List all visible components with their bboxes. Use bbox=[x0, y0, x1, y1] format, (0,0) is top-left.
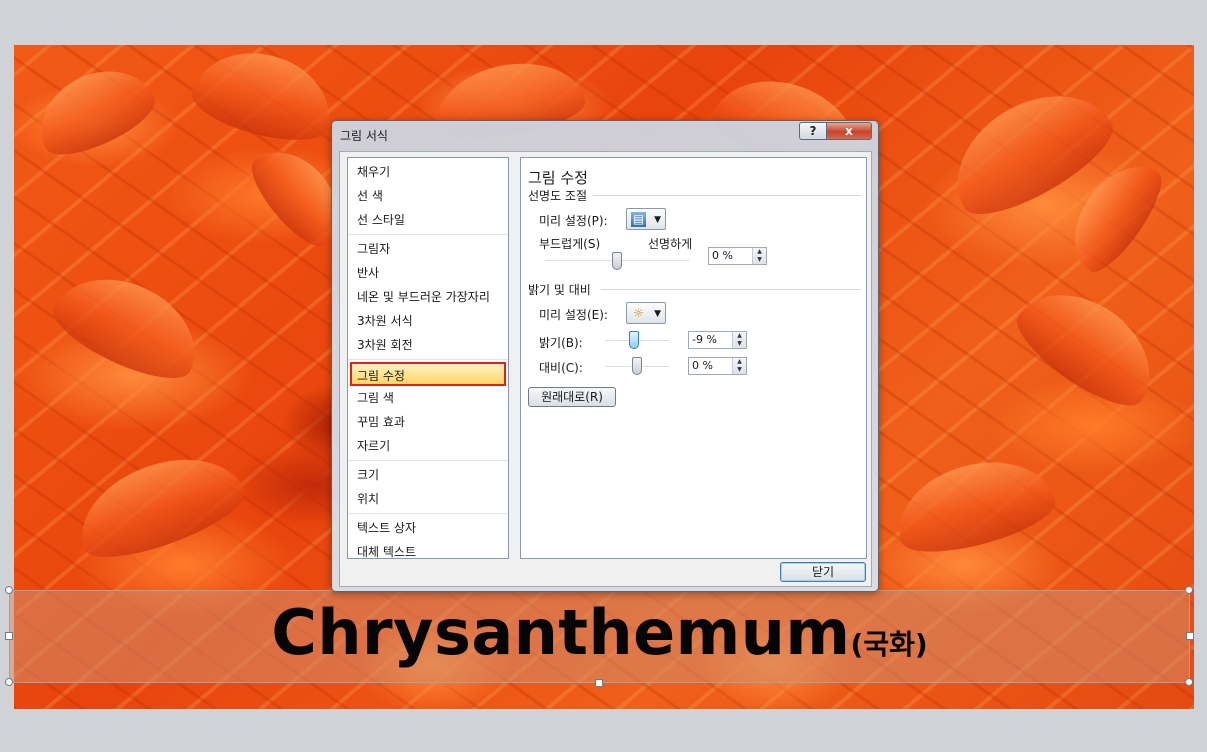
close-icon[interactable]: x bbox=[826, 122, 872, 140]
petal-shape bbox=[1004, 269, 1174, 421]
sharpness-preset-dropdown[interactable]: ▤ ▼ bbox=[626, 208, 666, 230]
dialog-body: 채우기 선 색선 스타일 그림자 반사 네온 및 부드러운 가장자리 3차원 서식 3차원 … bbox=[339, 151, 872, 587]
resize-handle-bottom-left[interactable] bbox=[5, 678, 13, 686]
contrast-spinner[interactable]: 0 % ▲ ▼ bbox=[688, 357, 747, 375]
category-item[interactable]: 네온 및 부드러운 가장자리 bbox=[348, 285, 508, 309]
panel-heading: 그림 수정 bbox=[528, 169, 588, 187]
dialog-titlebar[interactable]: 그림 서식 ? x bbox=[332, 121, 878, 149]
resize-handle-top-right[interactable] bbox=[1185, 586, 1193, 594]
category-item[interactable]: 선 스타일 bbox=[348, 208, 508, 232]
category-item[interactable]: 크기 bbox=[348, 463, 508, 487]
caption-sub-text: (국화) bbox=[850, 628, 928, 661]
soften-label: 부드럽게(S) bbox=[539, 237, 601, 251]
category-item[interactable]: 3차원 회전 bbox=[348, 333, 508, 357]
petal-shape bbox=[65, 438, 253, 572]
chevron-down-icon: ▼ bbox=[654, 309, 661, 319]
category-group: 그림자 반사 네온 및 부드러운 가장자리 3차원 서식 3차원 회전 bbox=[348, 235, 508, 360]
category-item[interactable]: 선 색 bbox=[348, 184, 508, 208]
category-list: 채우기 선 색선 스타일 그림자 반사 네온 및 부드러운 가장자리 3차원 서식 3차원 … bbox=[347, 157, 509, 559]
sharpness-section-label: 선명도 조절 bbox=[528, 189, 588, 203]
brightness-label: 밝기(B): bbox=[539, 336, 583, 350]
spin-down-icon[interactable]: ▼ bbox=[733, 366, 746, 374]
category-group: 그림 수정 그림 색 꾸밈 효과 자르기 bbox=[348, 360, 508, 461]
brightness-section-label: 밝기 및 대비 bbox=[528, 283, 591, 297]
spin-up-icon[interactable]: ▲ bbox=[753, 248, 766, 256]
dialog-title: 그림 서식 bbox=[340, 129, 388, 143]
sharpness-preset-label: 미리 설정(P): bbox=[539, 214, 608, 228]
petal-shape bbox=[44, 257, 214, 393]
sharpness-preset-icon: ▤ bbox=[631, 212, 646, 227]
spin-up-icon[interactable]: ▲ bbox=[733, 358, 746, 366]
format-picture-dialog: 그림 서식 ? x 채우기 선 색선 스타일 그림자 반사 네온 및 부드러운 가장자리… bbox=[331, 120, 879, 592]
sharpen-label: 선명하게 bbox=[648, 237, 693, 251]
sharpness-value: 0 % bbox=[712, 249, 733, 262]
brightness-preset-dropdown[interactable]: ☼ ▼ bbox=[626, 302, 666, 324]
contrast-value: 0 % bbox=[692, 359, 713, 372]
section-divider bbox=[601, 289, 861, 290]
spinner-arrows[interactable]: ▲ ▼ bbox=[732, 358, 746, 374]
picture-corrections-panel: 그림 수정 선명도 조절 미리 설정(P): ▤ ▼ 부드럽게(S) 선명하게 … bbox=[520, 157, 867, 559]
category-item[interactable]: 채우기 bbox=[348, 160, 508, 184]
resize-handle-left[interactable] bbox=[5, 632, 13, 640]
help-button[interactable]: ? bbox=[799, 122, 827, 140]
petal-shape bbox=[186, 45, 342, 152]
sharpness-slider-thumb[interactable] bbox=[612, 252, 622, 270]
resize-handle-bottom-right[interactable] bbox=[1185, 678, 1193, 686]
category-group: 채우기 선 색선 스타일 bbox=[348, 158, 508, 235]
category-item[interactable]: 자르기 bbox=[348, 434, 508, 458]
spin-up-icon[interactable]: ▲ bbox=[733, 332, 746, 340]
spinner-arrows[interactable]: ▲ ▼ bbox=[752, 248, 766, 264]
category-item[interactable]: 3차원 서식 bbox=[348, 309, 508, 333]
category-item[interactable]: 위치 bbox=[348, 487, 508, 511]
brightness-slider-thumb[interactable] bbox=[629, 331, 639, 349]
caption-text: Chrysanthemum(국화) bbox=[10, 591, 1189, 682]
resize-handle-bottom[interactable] bbox=[595, 679, 603, 687]
sharpness-spinner[interactable]: 0 % ▲ ▼ bbox=[708, 247, 767, 265]
resize-handle-right[interactable] bbox=[1186, 632, 1194, 640]
spin-down-icon[interactable]: ▼ bbox=[753, 256, 766, 264]
category-item[interactable]: 텍스트 상자 bbox=[348, 516, 508, 540]
reset-button[interactable]: 원래대로(R) bbox=[528, 387, 616, 407]
chevron-down-icon: ▼ bbox=[654, 215, 661, 225]
category-item[interactable]: 반사 bbox=[348, 261, 508, 285]
petal-shape bbox=[886, 445, 1062, 565]
category-item[interactable]: 그림 색 bbox=[348, 386, 508, 410]
resize-handle-top-left[interactable] bbox=[5, 586, 13, 594]
petal-shape bbox=[24, 52, 164, 168]
caption-main-text: Chrysanthemum bbox=[271, 596, 851, 669]
category-item[interactable]: 그림자 bbox=[348, 237, 508, 261]
section-divider bbox=[593, 195, 861, 196]
spin-down-icon[interactable]: ▼ bbox=[733, 340, 746, 348]
brightness-value: -9 % bbox=[692, 333, 717, 346]
category-item[interactable]: 꾸밈 효과 bbox=[348, 410, 508, 434]
category-group: 텍스트 상자 대체 텍스트 bbox=[348, 514, 508, 566]
category-item[interactable]: 그림 수정 bbox=[350, 362, 506, 386]
category-item[interactable]: 대체 텍스트 bbox=[348, 540, 508, 564]
contrast-label: 대비(C): bbox=[539, 361, 583, 375]
sun-icon: ☼ bbox=[633, 306, 644, 320]
brightness-spinner[interactable]: -9 % ▲ ▼ bbox=[688, 331, 747, 349]
category-group: 크기 위치 bbox=[348, 461, 508, 514]
contrast-slider-thumb[interactable] bbox=[632, 357, 642, 375]
close-button[interactable]: 닫기 bbox=[780, 562, 866, 582]
spinner-arrows[interactable]: ▲ ▼ bbox=[732, 332, 746, 348]
caption-textbox[interactable]: Chrysanthemum(국화) bbox=[9, 590, 1190, 683]
brightness-preset-label: 미리 설정(E): bbox=[539, 308, 608, 322]
